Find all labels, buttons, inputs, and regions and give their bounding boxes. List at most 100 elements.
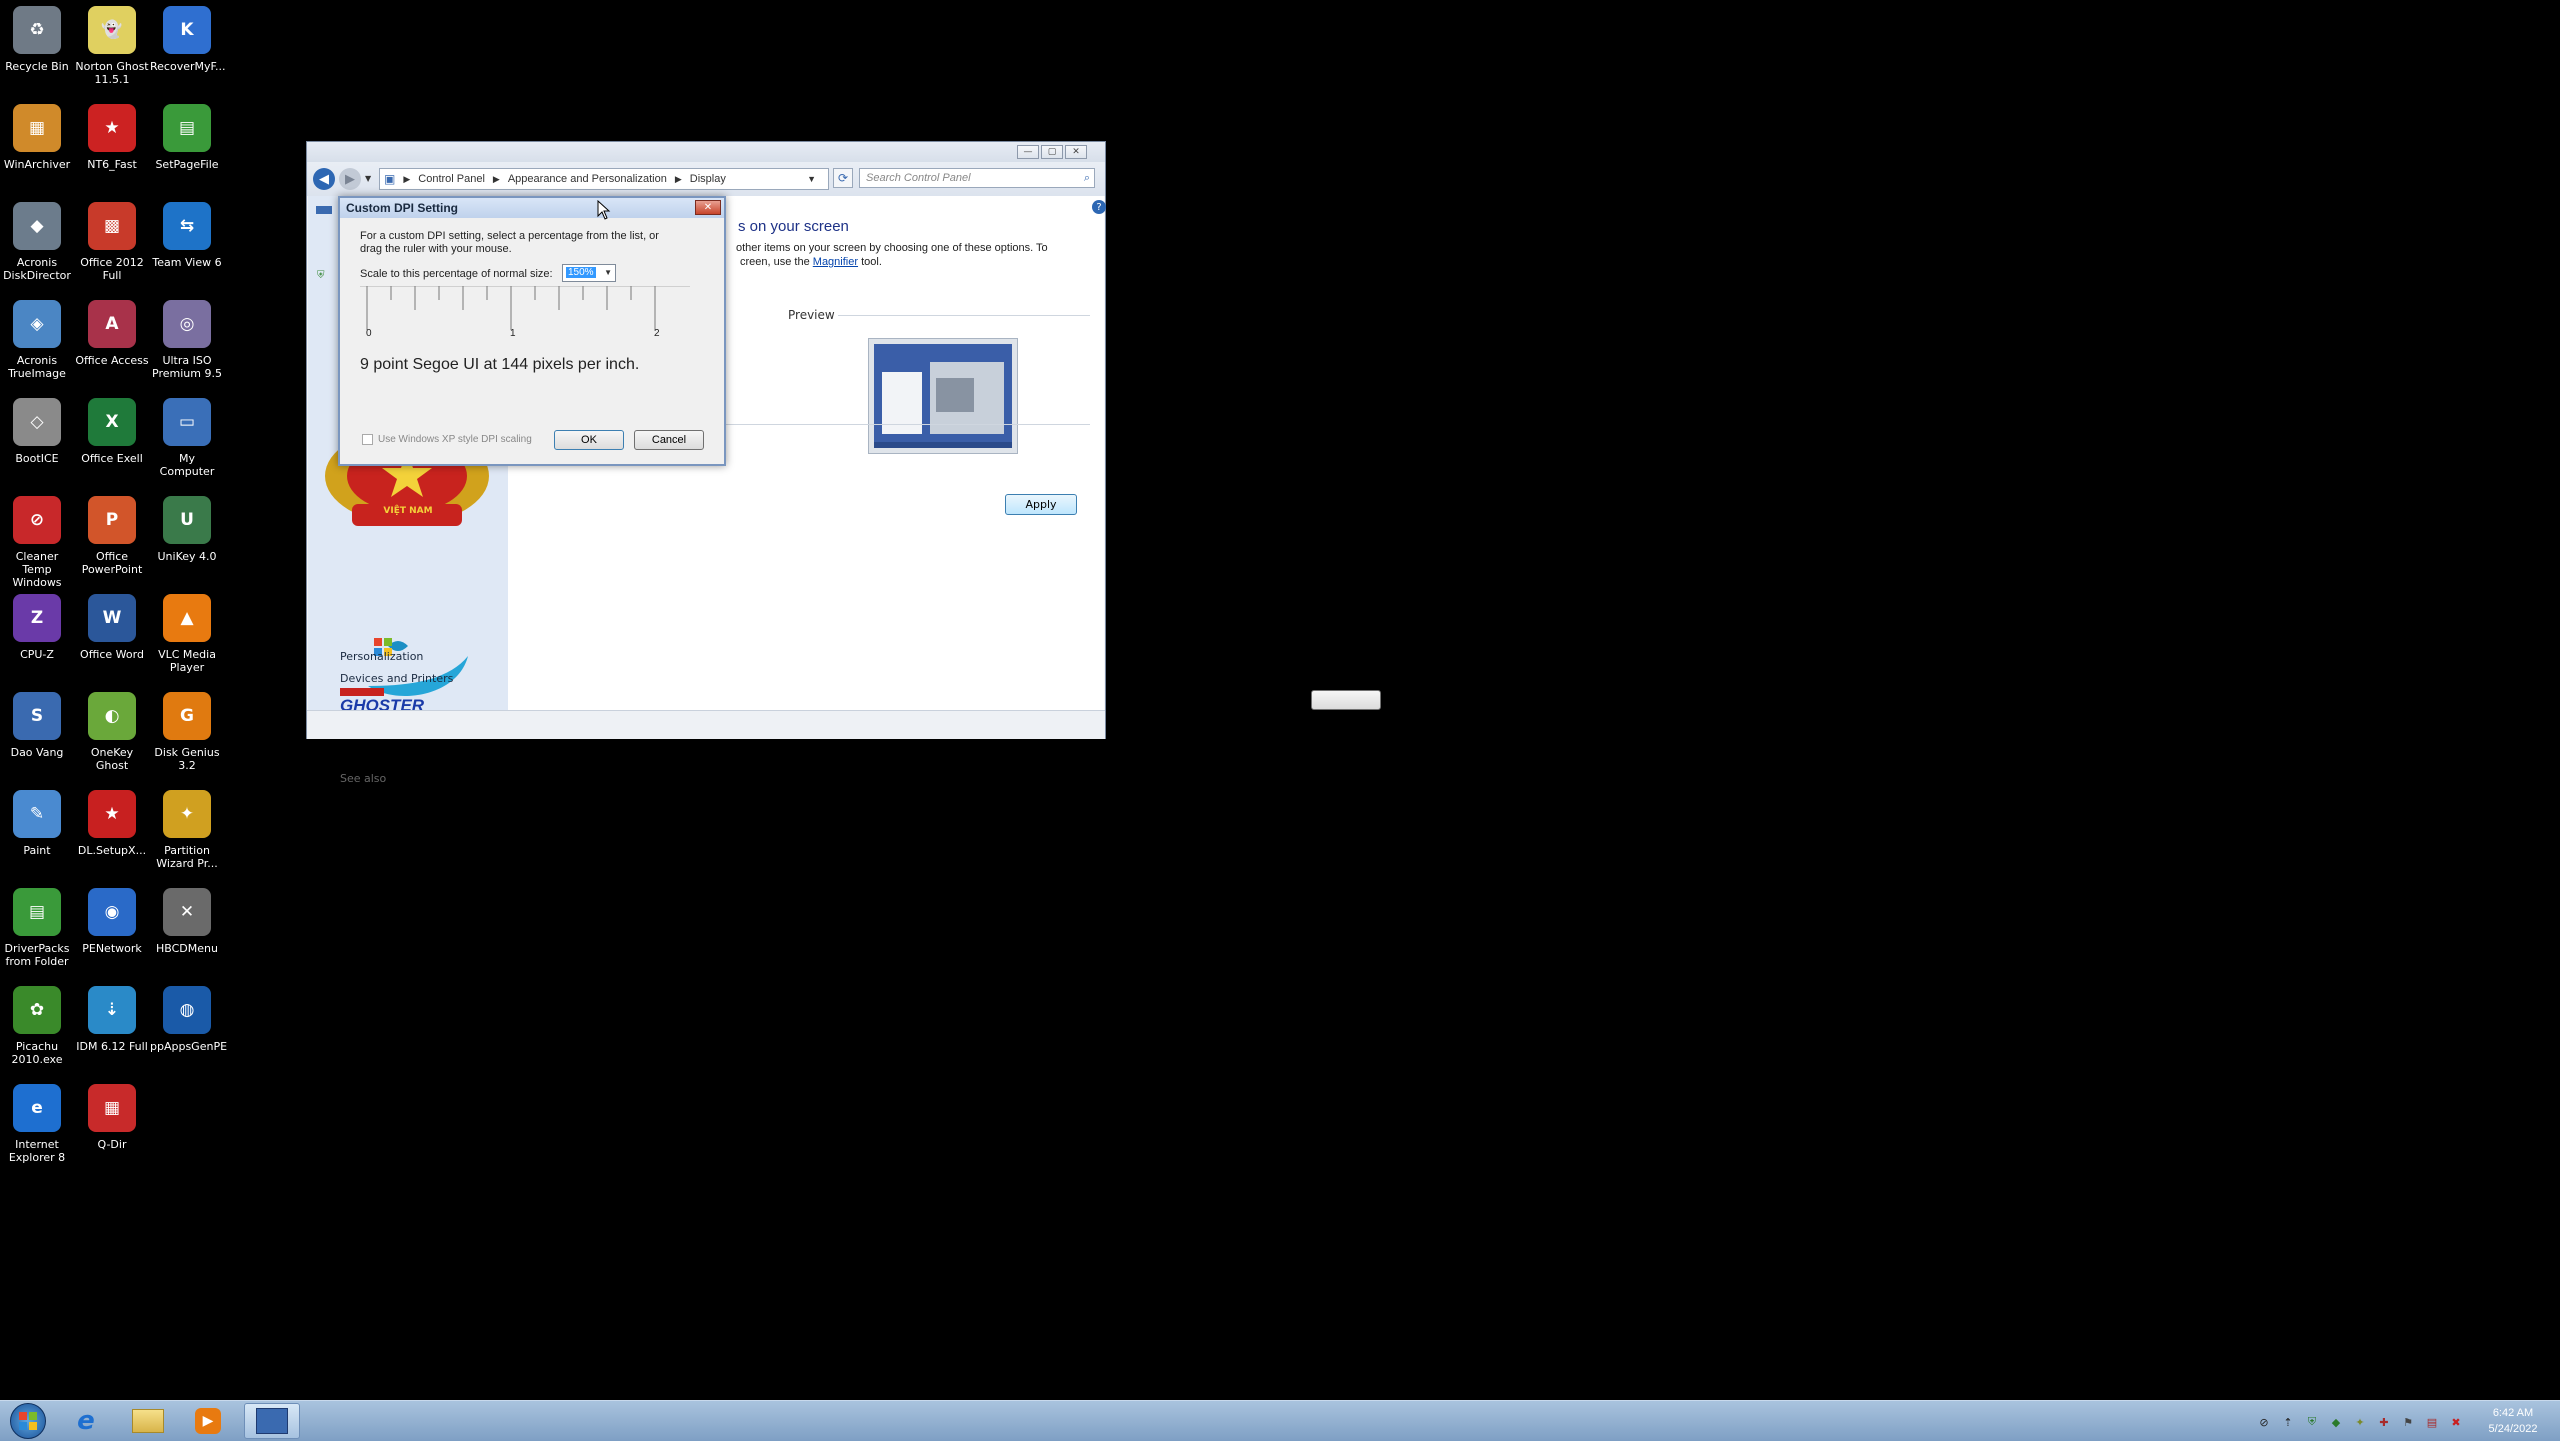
back-button[interactable]: ◀ xyxy=(313,168,335,190)
xp-scaling-checkbox[interactable] xyxy=(362,434,373,445)
tray-app-icon[interactable]: ◆ xyxy=(2328,1415,2344,1429)
dialog-titlebar[interactable]: Custom DPI Setting ✕ xyxy=(340,198,724,218)
desktop-icon[interactable]: ◎ Ultra ISO Premium 9.5 xyxy=(150,300,224,380)
desktop-icon[interactable]: ▲ VLC Media Player xyxy=(150,594,224,674)
tray-volume-icon[interactable]: ✖ xyxy=(2448,1415,2464,1429)
desktop-icon[interactable]: ⊘ Cleaner Temp Windows xyxy=(0,496,74,589)
tray-network-icon[interactable]: ⊘ xyxy=(2256,1415,2272,1429)
ultraiso-icon: ◎ xyxy=(163,300,211,348)
help-icon[interactable]: ? xyxy=(1092,200,1106,214)
desktop-icon[interactable]: ⇆ Team View 6 xyxy=(150,202,224,269)
taskbar-control-panel-active[interactable] xyxy=(244,1403,300,1439)
refresh-icon[interactable]: ⟳ xyxy=(833,168,853,188)
desktop-icon[interactable]: G Disk Genius 3.2 xyxy=(150,692,224,772)
recent-pages-dropdown-icon[interactable]: ▼ xyxy=(365,174,371,183)
clock-time: 6:42 AM xyxy=(2492,1407,2534,1419)
breadcrumb-appearance[interactable]: Appearance and Personalization xyxy=(508,173,667,185)
desktop-icon[interactable]: ▦ WinArchiver xyxy=(0,104,74,171)
breadcrumb-control-panel[interactable]: Control Panel xyxy=(418,173,485,185)
cancel-button[interactable]: Cancel xyxy=(634,430,704,450)
address-dropdown-icon[interactable]: ▼ xyxy=(807,174,816,184)
xp-scaling-label[interactable]: Use Windows XP style DPI scaling xyxy=(378,434,532,445)
desktop-icon[interactable]: ⇣ IDM 6.12 Full xyxy=(75,986,149,1053)
desktop-icon[interactable]: ★ NT6_Fast xyxy=(75,104,149,171)
dialog-close-button[interactable]: ✕ xyxy=(695,200,721,215)
taskbar-explorer[interactable] xyxy=(120,1403,176,1439)
desktop-icon[interactable]: S Dao Vang xyxy=(0,692,74,759)
control-panel-icon: ▣ xyxy=(384,172,396,186)
sidebar-link-bar[interactable] xyxy=(316,206,332,214)
desktop-icon[interactable]: 👻 Norton Ghost 11.5.1 xyxy=(75,6,149,86)
minimize-button[interactable]: — xyxy=(1017,145,1039,159)
forward-button[interactable]: ▶ xyxy=(339,168,361,190)
search-input[interactable]: Search Control Panel ⌕ xyxy=(859,168,1095,188)
desktop-icon[interactable]: W Office Word xyxy=(75,594,149,661)
desktop-icon[interactable]: ▦ Q-Dir xyxy=(75,1084,149,1151)
paint-icon: ✎ xyxy=(13,790,61,838)
desktop-icon[interactable]: ✎ Paint xyxy=(0,790,74,857)
desktop-icon[interactable]: U UniKey 4.0 xyxy=(150,496,224,563)
desktop-icon[interactable]: ◈ Acronis TrueImage xyxy=(0,300,74,380)
maximize-button[interactable]: ▢ xyxy=(1041,145,1063,159)
address-bar[interactable]: ▣ ▶ Control Panel ▶ Appearance and Perso… xyxy=(379,168,829,190)
desktop-icon[interactable]: ✿ Picachu 2010.exe xyxy=(0,986,74,1066)
desktop-icon[interactable]: A Office Access xyxy=(75,300,149,367)
penetwork-icon: ◉ xyxy=(88,888,136,936)
tray-keyboard-icon[interactable]: ▤ xyxy=(2424,1415,2440,1429)
desktop-icon[interactable]: ◐ OneKey Ghost xyxy=(75,692,149,772)
tray-usb-icon[interactable]: ⇡ xyxy=(2280,1415,2296,1429)
desktop-icon[interactable]: X Office Exell xyxy=(75,398,149,465)
chevron-down-icon[interactable]: ▼ xyxy=(604,268,612,277)
ok-button[interactable]: OK xyxy=(554,430,624,450)
desktop-icon[interactable]: ◇ BootICE xyxy=(0,398,74,465)
desktop-icon[interactable]: e Internet Explorer 8 xyxy=(0,1084,74,1164)
desktop-icon[interactable]: ◉ PENetwork xyxy=(75,888,149,955)
desktop-icon-label: OneKey Ghost xyxy=(90,746,134,772)
tray-app-icon[interactable]: ✚ xyxy=(2376,1415,2392,1429)
desktop-icon[interactable]: ▭ My Computer xyxy=(150,398,224,478)
window-titlebar[interactable]: — ▢ ✕ xyxy=(307,142,1105,162)
desktop-icon[interactable]: ▩ Office 2012 Full xyxy=(75,202,149,282)
desktop-icon-label: PENetwork xyxy=(82,942,142,955)
desktop-icon[interactable]: ▤ DriverPacks from Folder xyxy=(0,888,74,968)
dialog-title: Custom DPI Setting xyxy=(346,201,459,215)
desktop-icon-label: NT6_Fast xyxy=(87,158,137,171)
apply-button[interactable]: Apply xyxy=(1005,494,1077,515)
desktop-icon[interactable]: ◆ Acronis DiskDirector xyxy=(0,202,74,282)
cleaner-temp-icon: ⊘ xyxy=(13,496,61,544)
taskbar-internet-explorer[interactable]: e xyxy=(58,1403,114,1439)
desktop-icon[interactable]: K RecoverMyF... xyxy=(150,6,226,73)
start-button[interactable] xyxy=(0,1403,56,1439)
see-also-personalization-link[interactable]: Personalization xyxy=(340,650,423,663)
desktop-icon-label: Disk Genius 3.2 xyxy=(154,746,220,772)
scale-percentage-select[interactable]: 150% ▼ xyxy=(562,264,616,282)
dpi-ruler[interactable] xyxy=(360,286,696,340)
office-powerpoint-icon: P xyxy=(88,496,136,544)
partition-wizard-icon: ✦ xyxy=(163,790,211,838)
desktop-icon-label: Internet Explorer 8 xyxy=(8,1138,66,1164)
see-also-devices-link[interactable]: Devices and Printers xyxy=(340,672,453,685)
desktop-icon[interactable]: ◍ ppAppsGenPE xyxy=(150,986,227,1053)
desktop-icon[interactable]: ▤ SetPageFile xyxy=(150,104,224,171)
breadcrumb-arrow-icon: ▶ xyxy=(492,173,500,184)
mouse-cursor-icon xyxy=(597,200,611,220)
tray-flag-icon[interactable]: ⚑ xyxy=(2400,1415,2416,1429)
desktop-icon-label: UniKey 4.0 xyxy=(157,550,217,563)
custom-dpi-dialog: Custom DPI Setting ✕ For a custom DPI se… xyxy=(338,196,726,466)
close-button[interactable]: ✕ xyxy=(1065,145,1087,159)
tray-shield-icon[interactable]: ⛨ xyxy=(2304,1415,2320,1429)
tray-app-icon[interactable]: ✦ xyxy=(2352,1415,2368,1429)
desktop-icon[interactable]: ♻ Recycle Bin xyxy=(0,6,74,73)
desktop-icon[interactable]: P Office PowerPoint xyxy=(75,496,149,576)
magnifier-link[interactable]: Magnifier xyxy=(813,256,858,268)
desktop-icon[interactable]: Z CPU-Z xyxy=(0,594,74,661)
ppappsgenpe-icon: ◍ xyxy=(163,986,211,1034)
taskbar-media-player[interactable]: ▶ xyxy=(180,1403,236,1439)
desktop-icon-label: Dao Vang xyxy=(10,746,64,759)
desktop-icon[interactable]: ★ DL.SetupX... xyxy=(75,790,149,857)
clock[interactable]: 6:42 AM 5/24/2022 xyxy=(2478,1405,2548,1437)
breadcrumb-display[interactable]: Display xyxy=(690,173,726,185)
desktop-icon[interactable]: ✦ Partition Wizard Pr... xyxy=(150,790,224,870)
desktop-icon[interactable]: ✕ HBCDMenu xyxy=(150,888,224,955)
search-icon[interactable]: ⌕ xyxy=(1084,172,1090,185)
